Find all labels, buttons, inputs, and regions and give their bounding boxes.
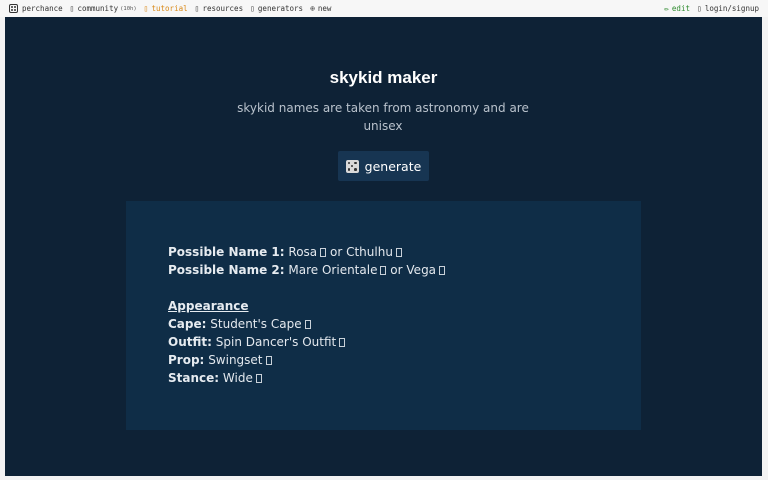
reroll-icon[interactable] [265,356,272,365]
name-separator: or [390,263,403,277]
appearance-value: Wide [222,371,253,385]
page-subtitle: skykid names are taken from astronomy an… [237,101,529,133]
top-nav-bar: perchance ▯ community (10h) ▯ tutorial ▯… [0,0,768,17]
appearance-label: Prop: [168,353,205,367]
appearance-value: Spin Dancer's Outfit [215,335,337,349]
name-value: Mare Orientale [288,263,378,277]
reroll-icon[interactable] [304,320,311,329]
dice-icon [9,4,18,13]
nav-resources[interactable]: ▯ resources [195,4,243,13]
name-separator: or [329,245,343,259]
nav-tutorial-label: tutorial [151,4,188,13]
nav-new[interactable]: ⊕ new [310,4,331,13]
box-icon: ▯ [69,4,75,13]
nav-edit[interactable]: ✏ edit [664,4,690,13]
plus-circle-icon: ⊕ [310,4,315,13]
nav-community-label: community [77,4,119,13]
nav-generators-label: generators [257,4,304,13]
appearance-label: Outfit: [168,335,212,349]
name-row-2: Possible Name 2: Mare Orientale or Vega [168,261,446,279]
result-content: Possible Name 1: Rosa or Cthulhu Possibl… [168,243,446,387]
nav-login[interactable]: ▯ login/signup [697,4,759,13]
appearance-label: Stance: [168,371,220,385]
nav-perchance[interactable]: perchance [9,4,63,13]
nav-edit-label: edit [671,4,690,13]
name-label: Possible Name 2: [168,263,285,277]
reroll-icon[interactable] [439,266,446,275]
community-count: (10h) [120,5,137,12]
pencil-icon: ✏ [664,4,669,13]
generator-frame: skykid maker skykid names are taken from… [5,17,762,476]
nav-new-label: new [317,4,332,13]
appearance-row-prop: Prop: Swingset [168,351,445,369]
nav-resources-label: resources [202,4,244,13]
reroll-icon[interactable] [339,338,346,347]
reroll-icon[interactable] [255,374,262,383]
name-row-1: Possible Name 1: Rosa or Cthulhu [168,243,445,261]
nav-login-label: login/signup [704,4,759,13]
appearance-value: Swingset [208,353,263,367]
box-icon: ▯ [194,4,200,13]
nav-community[interactable]: ▯ community (10h) [70,4,137,13]
name-label: Possible Name 1: [168,245,285,259]
reroll-icon[interactable] [380,266,387,275]
box-icon: ▯ [696,4,702,13]
name-value: Rosa [288,245,318,259]
appearance-heading: Appearance [168,299,249,313]
generate-button[interactable]: generate [338,151,429,181]
nav-perchance-label: perchance [22,4,63,13]
result-panel: Possible Name 1: Rosa or Cthulhu Possibl… [126,201,641,430]
name-value: Vega [406,263,437,277]
appearance-row-cape: Cape: Student's Cape [168,315,445,333]
reroll-icon[interactable] [395,248,402,257]
name-value: Cthulhu [346,245,393,259]
reroll-icon[interactable] [320,248,327,257]
appearance-value: Student's Cape [210,317,302,331]
generate-label: generate [364,158,422,174]
page-title: skykid maker [329,68,438,87]
appearance-row-stance: Stance: Wide [168,369,445,387]
box-icon: ▯ [250,4,255,13]
nav-generators[interactable]: ▯ generators [250,4,303,13]
dice-icon [345,159,359,173]
appearance-label: Cape: [168,317,207,331]
nav-tutorial[interactable]: ▯ tutorial [144,4,188,13]
appearance-row-outfit: Outfit: Spin Dancer's Outfit [168,333,445,351]
box-icon: ▯ [143,4,149,13]
